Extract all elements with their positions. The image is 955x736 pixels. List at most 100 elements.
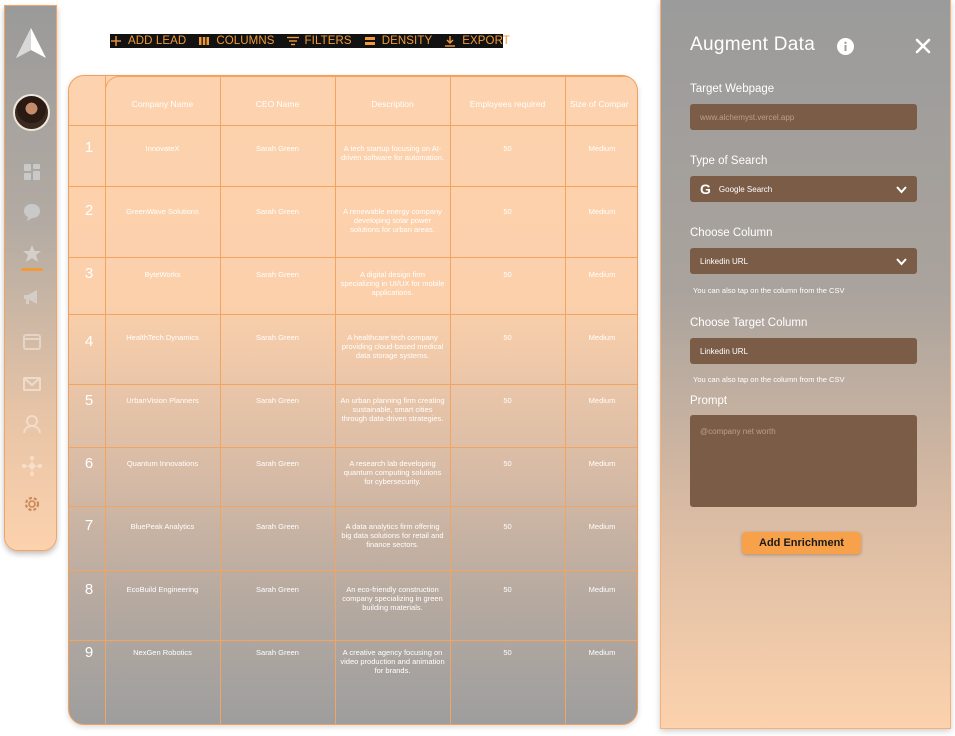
cell-ceo[interactable]: Sarah Green [220,270,335,279]
row-number: 1 [84,139,94,156]
cell-employees[interactable]: 50 [450,522,565,531]
cell-company[interactable]: ByteWorks [105,270,220,279]
logo-icon [16,28,46,58]
cell-ceo[interactable]: Sarah Green [220,522,335,531]
add-enrichment-button[interactable]: Add Enrichment [742,532,861,554]
cell-description[interactable]: A healthcare tech company providing clou… [340,333,445,360]
target-column-hint: You can also tap on the column from the … [693,375,845,384]
choose-column-select[interactable]: Linkedin URL [690,248,917,274]
cell-description[interactable]: An urban planning firm creating sustaina… [340,396,445,423]
augment-data-panel: Augment Data Target Webpage www.alchemys… [660,0,951,729]
cell-size[interactable]: Medium [565,333,637,342]
cell-employees[interactable]: 50 [450,585,565,594]
cell-employees[interactable]: 50 [450,459,565,468]
row-divider [69,257,637,258]
row-number: 8 [84,581,94,598]
cell-description[interactable]: A data analytics firm offering big data … [340,522,445,549]
target-webpage-label: Target Webpage [690,83,775,95]
export-button[interactable]: EXPORT [444,35,510,47]
cell-size[interactable]: Medium [565,648,637,657]
mail-icon[interactable] [19,371,45,397]
header-company-name[interactable]: Company Name [105,100,220,109]
row-divider [69,314,637,315]
chevron-down-icon [896,186,907,194]
filters-button[interactable]: FILTERS [286,35,352,47]
type-of-search-label: Type of Search [690,155,768,167]
cell-size[interactable]: Medium [565,396,637,405]
choose-column-hint: You can also tap on the column from the … [693,286,845,295]
avatar[interactable] [13,94,50,131]
cell-company[interactable]: NexGen Robotics [105,648,220,657]
gear-icon[interactable] [19,491,45,517]
sidebar [4,5,57,551]
row-divider [69,186,637,187]
cell-size[interactable]: Medium [565,207,637,216]
cell-company[interactable]: HealthTech Dynamics [105,333,220,342]
cell-ceo[interactable]: Sarah Green [220,648,335,657]
cell-description[interactable]: A creative agency focusing on video prod… [340,648,445,675]
prompt-textarea[interactable]: @company net worth [690,415,917,507]
download-icon [444,35,456,47]
cell-employees[interactable]: 50 [450,270,565,279]
cell-ceo[interactable]: Sarah Green [220,333,335,342]
add-lead-label: ADD LEAD [128,35,187,47]
cell-employees[interactable]: 50 [450,333,565,342]
info-icon[interactable] [837,38,854,55]
cell-company[interactable]: Quantum Innovations [105,459,220,468]
cell-description[interactable]: An eco-friendly construction company spe… [340,585,445,612]
cell-ceo[interactable]: Sarah Green [220,585,335,594]
agent-icon[interactable] [19,411,45,437]
plus-icon [110,35,122,47]
cell-employees[interactable]: 50 [450,648,565,657]
cell-ceo[interactable]: Sarah Green [220,459,335,468]
cell-employees[interactable]: 50 [450,144,565,153]
header-description[interactable]: Description [335,100,450,109]
cell-company[interactable]: GreenWave Solutions [105,207,220,216]
cell-company[interactable]: InnovateX [105,144,220,153]
cell-ceo[interactable]: Sarah Green [220,207,335,216]
column-divider [335,76,336,724]
columns-button[interactable]: COLUMNS [198,35,274,47]
target-column-input[interactable]: Linkedin URL [690,338,917,364]
chat-icon[interactable] [19,199,45,225]
cell-company[interactable]: BluePeak Analytics [105,522,220,531]
cell-size[interactable]: Medium [565,585,637,594]
cell-employees[interactable]: 50 [450,207,565,216]
prompt-label: Prompt [690,395,728,407]
row-number: 5 [84,392,94,409]
star-person-icon[interactable] [19,241,45,267]
row-number: 9 [84,644,94,661]
target-webpage-input[interactable]: www.alchemyst.vercel.app [690,104,917,130]
cell-ceo[interactable]: Sarah Green [220,144,335,153]
cell-ceo[interactable]: Sarah Green [220,396,335,405]
header-ceo-name[interactable]: CEO Name [220,100,335,109]
cell-size[interactable]: Medium [565,144,637,153]
chevron-down-icon [896,258,907,266]
header-employees-required[interactable]: Employees required [450,100,565,109]
header-size-of-company[interactable]: Size of Compar [565,100,637,109]
cell-size[interactable]: Medium [565,270,637,279]
filters-label: FILTERS [304,35,352,47]
cell-description[interactable]: A research lab developing quantum comput… [340,459,445,486]
cell-description[interactable]: A digital design firm specializing in UI… [340,270,445,297]
density-icon [364,35,376,47]
megaphone-icon[interactable] [19,284,45,310]
cell-description[interactable]: A renewable energy company developing so… [340,207,445,234]
close-icon[interactable] [915,38,931,54]
row-number: 7 [84,517,94,534]
add-lead-button[interactable]: ADD LEAD [110,35,186,47]
panel-title: Augment Data [690,34,816,55]
density-button[interactable]: DENSITY [364,35,433,47]
row-divider [69,384,637,385]
density-label: DENSITY [381,35,433,47]
cell-description[interactable]: A tech startup focusing on AI-driven sof… [340,144,445,162]
network-icon[interactable] [19,453,45,479]
cell-size[interactable]: Medium [565,522,637,531]
type-of-search-select[interactable]: G Google Search [690,176,917,202]
cell-company[interactable]: UrbanVision Planners [105,396,220,405]
cell-size[interactable]: Medium [565,459,637,468]
dashboard-icon[interactable] [19,159,45,185]
cell-company[interactable]: EcoBuild Engineering [105,585,220,594]
cell-employees[interactable]: 50 [450,396,565,405]
calendar-icon[interactable] [19,328,45,354]
